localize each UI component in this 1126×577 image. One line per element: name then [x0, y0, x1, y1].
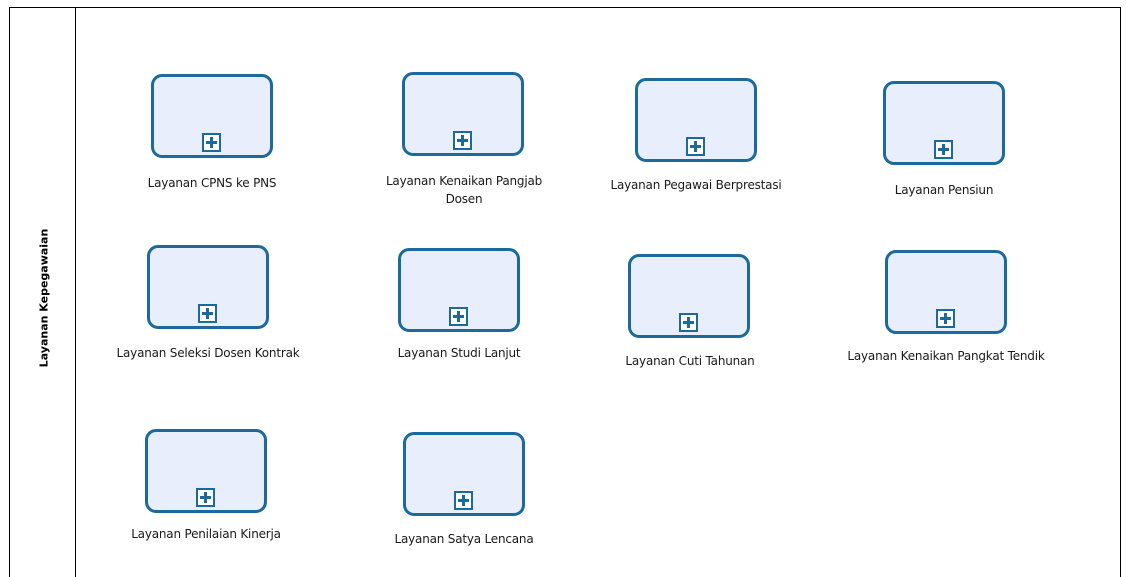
expand-plus-icon[interactable]: [934, 140, 953, 159]
subprocess-label: Layanan CPNS ke PNS: [147, 176, 277, 190]
expand-plus-icon[interactable]: [202, 133, 221, 152]
subprocess-label: Layanan Kenaikan Pangjab Dosen: [385, 174, 543, 206]
subprocess-penilaian-kinerja[interactable]: [145, 429, 267, 513]
subprocess-kenaikan-pangkat-tendik[interactable]: [885, 250, 1007, 334]
subprocess-label: Layanan Penilaian Kinerja: [131, 527, 281, 541]
subprocess-kenaikan-pangjab-dosen[interactable]: [402, 72, 524, 156]
subprocess-label: Layanan Pensiun: [894, 183, 994, 197]
expand-plus-icon[interactable]: [449, 307, 468, 326]
subprocess-cpns-ke-pns[interactable]: [151, 74, 273, 158]
expand-plus-icon[interactable]: [686, 137, 705, 156]
lane-header[interactable]: Layanan Kepegawaian: [10, 8, 76, 577]
subprocess-label: Layanan Seleksi Dosen Kontrak: [116, 346, 300, 360]
expand-plus-icon[interactable]: [454, 491, 473, 510]
expand-plus-icon[interactable]: [679, 313, 698, 332]
expand-plus-icon[interactable]: [196, 488, 215, 507]
subprocess-label: Layanan Pegawai Berprestasi: [610, 178, 782, 192]
subprocess-satya-lencana[interactable]: [403, 432, 525, 516]
subprocess-label: Layanan Studi Lanjut: [397, 346, 521, 360]
subprocess-seleksi-dosen-kontrak[interactable]: [147, 245, 269, 329]
subprocess-studi-lanjut[interactable]: [398, 248, 520, 332]
subprocess-label: Layanan Cuti Tahunan: [625, 354, 755, 368]
subprocess-label: Layanan Kenaikan Pangkat Tendik: [847, 349, 1045, 363]
diagram-canvas: Layanan Kepegawaian Layanan CPNS ke PNS …: [0, 0, 1126, 577]
lane-title: Layanan Kepegawaian: [37, 228, 51, 368]
expand-plus-icon[interactable]: [936, 309, 955, 328]
expand-plus-icon[interactable]: [453, 131, 472, 150]
subprocess-pegawai-berprestasi[interactable]: [635, 78, 757, 162]
expand-plus-icon[interactable]: [198, 304, 217, 323]
subprocess-label: Layanan Satya Lencana: [394, 532, 534, 546]
subprocess-pensiun[interactable]: [883, 81, 1005, 165]
subprocess-cuti-tahunan[interactable]: [628, 254, 750, 338]
